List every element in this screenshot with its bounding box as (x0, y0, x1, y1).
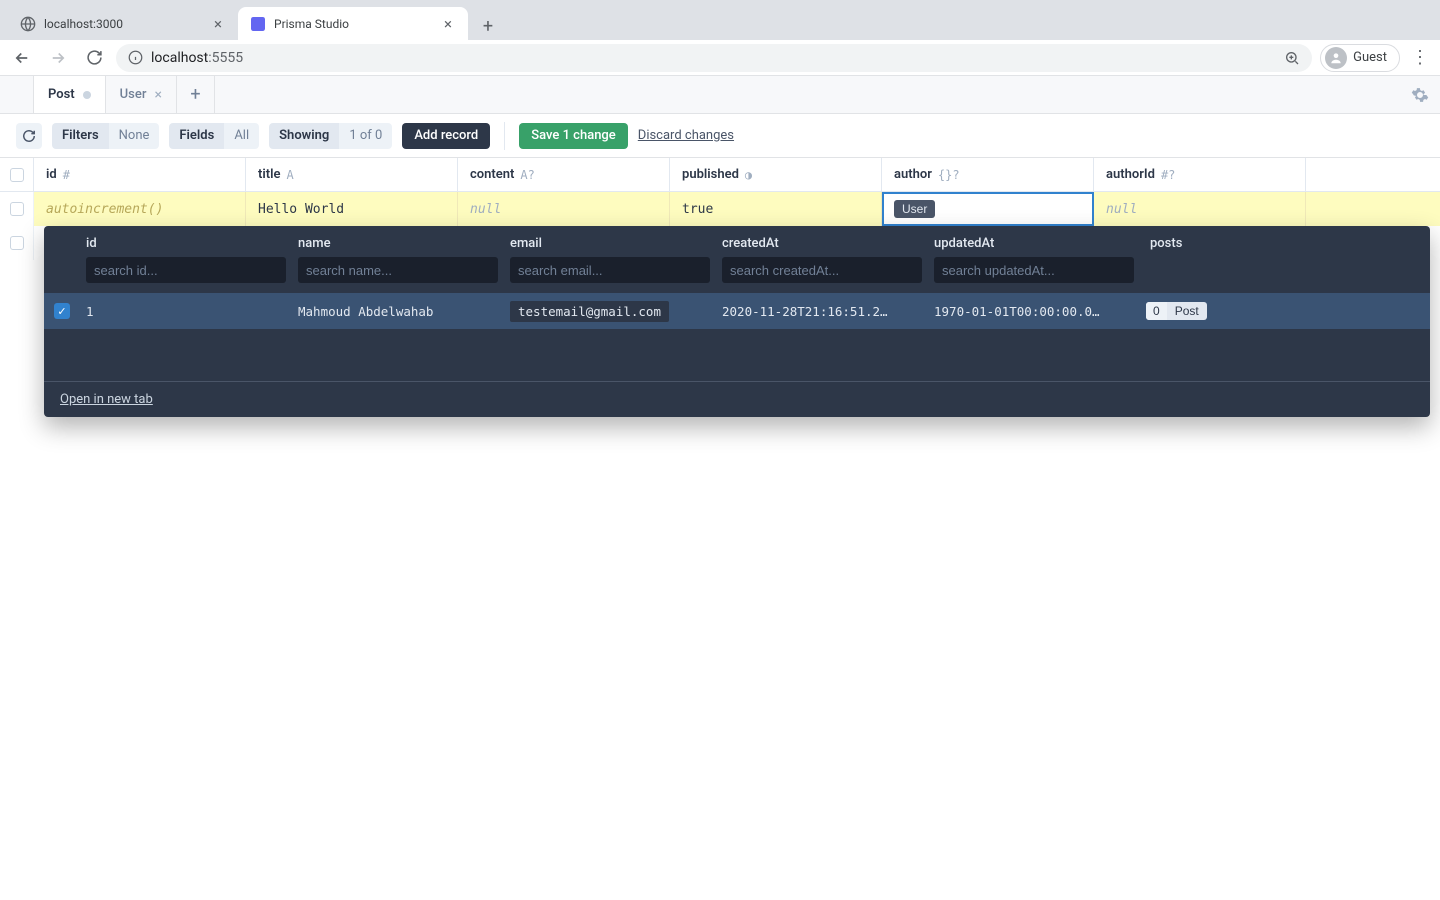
search-updatedat-input[interactable] (934, 257, 1134, 283)
cell-author[interactable]: User (882, 192, 1094, 226)
relation-picker-panel: id name email createdAt updatedAt posts (44, 226, 1430, 417)
filters-pill[interactable]: Filters None (52, 123, 159, 149)
browser-toolbar: localhost:5555 Guest ⋮ (0, 40, 1440, 76)
add-record-button[interactable]: Add record (402, 123, 490, 149)
relation-picker-footer: Open in new tab (44, 381, 1430, 417)
new-tab-button[interactable]: + (474, 12, 502, 40)
guest-label: Guest (1353, 50, 1387, 65)
relation-picker-header: id name email createdAt updatedAt posts (44, 226, 1430, 293)
discard-changes-link[interactable]: Discard changes (638, 128, 734, 143)
studio-tab-bar: Post User × + (0, 76, 1440, 114)
dd-cell-posts: 0 Post (1140, 302, 1430, 320)
browser-menu-button[interactable]: ⋮ (1408, 44, 1432, 72)
info-icon (128, 50, 143, 65)
refresh-button[interactable] (16, 123, 42, 149)
table-row[interactable]: autoincrement() Hello World null true Us… (0, 192, 1440, 226)
url-text: localhost:5555 (151, 50, 243, 66)
row-checkbox[interactable] (0, 226, 34, 260)
close-icon[interactable]: × (154, 87, 161, 103)
browser-tab-strip: localhost:3000 × Prisma Studio × + (0, 0, 1440, 40)
forward-button[interactable] (44, 44, 72, 72)
reload-button[interactable] (80, 44, 108, 72)
dd-column-header-createdat: createdAt (722, 236, 922, 251)
cell-authorid[interactable]: null (1094, 192, 1306, 226)
address-bar[interactable]: localhost:5555 (116, 44, 1312, 72)
cell-title[interactable]: Hello World (246, 192, 458, 226)
column-header-author[interactable]: author{}? (882, 158, 1094, 191)
relation-picker-row[interactable]: ✓ 1 Mahmoud Abdelwahab testemail@gmail.c… (44, 293, 1430, 329)
browser-tab-prisma-studio[interactable]: Prisma Studio × (238, 7, 468, 40)
save-change-button[interactable]: Save 1 change (519, 123, 628, 149)
dd-column-header-updatedat: updatedAt (934, 236, 1134, 251)
cell-id[interactable]: autoincrement() (34, 192, 246, 226)
dd-column-header-email: email (510, 236, 710, 251)
avatar-icon (1325, 47, 1347, 69)
divider (504, 122, 505, 150)
column-header-id[interactable]: id# (34, 158, 246, 191)
close-icon[interactable]: × (440, 16, 456, 32)
globe-icon (20, 16, 36, 32)
column-header-content[interactable]: contentA? (458, 158, 670, 191)
guest-profile-button[interactable]: Guest (1320, 44, 1400, 72)
close-icon[interactable]: × (210, 16, 226, 32)
dd-cell-email: testemail@gmail.com (504, 301, 716, 322)
showing-pill[interactable]: Showing 1 of 0 (269, 123, 392, 149)
browser-chrome: localhost:3000 × Prisma Studio × + local… (0, 0, 1440, 76)
zoom-icon[interactable] (1284, 50, 1300, 66)
browser-tab-localhost-3000[interactable]: localhost:3000 × (8, 7, 238, 40)
select-all-checkbox[interactable] (0, 158, 34, 191)
browser-tab-title: localhost:3000 (44, 17, 202, 31)
dd-column-header-id: id (86, 236, 286, 251)
dd-cell-createdat: 2020-11-28T21:16:51.2… (716, 304, 928, 319)
studio-tab-post[interactable]: Post (33, 76, 106, 113)
search-name-input[interactable] (298, 257, 498, 283)
table-header-row: id# titleA contentA? published◑ author{}… (0, 158, 1440, 192)
column-header-authorid[interactable]: authorId#? (1094, 158, 1306, 191)
main-table: id# titleA contentA? published◑ author{}… (0, 158, 1440, 260)
back-button[interactable] (8, 44, 36, 72)
dirty-dot-icon (83, 91, 91, 99)
checkbox-checked-icon[interactable]: ✓ (54, 303, 70, 319)
open-in-new-tab-link[interactable]: Open in new tab (60, 392, 153, 407)
row-checkbox[interactable] (0, 192, 34, 226)
posts-count-chip: 0 Post (1146, 302, 1207, 320)
dd-column-header-name: name (298, 236, 498, 251)
fields-pill[interactable]: Fields All (169, 123, 259, 149)
prisma-icon (250, 16, 266, 32)
dd-cell-name: Mahmoud Abdelwahab (292, 304, 504, 319)
dd-column-header-posts: posts (1150, 236, 1424, 251)
search-email-input[interactable] (510, 257, 710, 283)
column-header-title[interactable]: titleA (246, 158, 458, 191)
cell-content[interactable]: null (458, 192, 670, 226)
studio-new-tab-button[interactable]: + (177, 76, 215, 113)
studio-tab-user[interactable]: User × (105, 76, 177, 113)
dd-cell-id: 1 (80, 304, 292, 319)
relation-picker-empty-space (44, 329, 1430, 381)
user-chip: User (894, 200, 935, 218)
search-createdat-input[interactable] (722, 257, 922, 283)
search-id-input[interactable] (86, 257, 286, 283)
browser-tab-title: Prisma Studio (274, 17, 432, 31)
dd-cell-updatedat: 1970-01-01T00:00:00.0… (928, 304, 1140, 319)
settings-button[interactable] (1400, 76, 1440, 113)
action-bar: Filters None Fields All Showing 1 of 0 A… (0, 114, 1440, 158)
column-header-published[interactable]: published◑ (670, 158, 882, 191)
cell-published[interactable]: true (670, 192, 882, 226)
